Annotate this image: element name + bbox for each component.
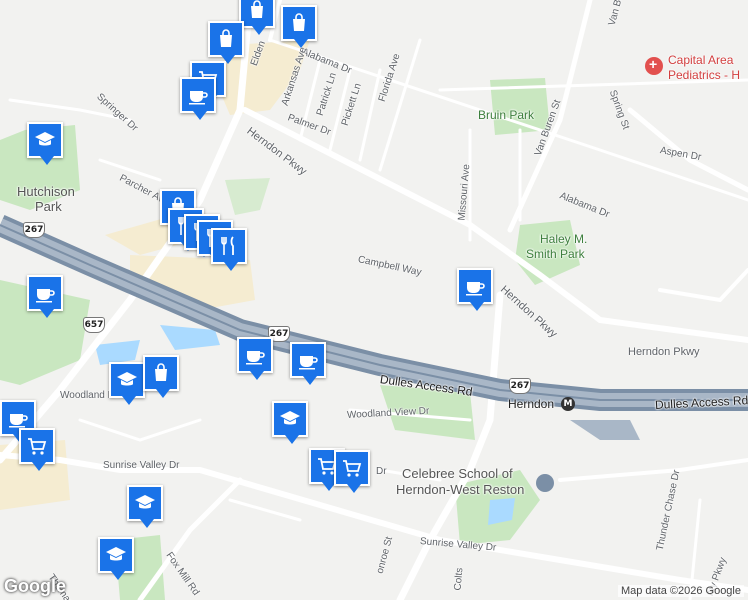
- school-icon: [117, 372, 137, 386]
- map-canvas[interactable]: Capital Area Pediatrics - H Bruin Park H…: [0, 0, 748, 600]
- coffee-cup-icon: [189, 91, 208, 105]
- coffee-shop-marker[interactable]: [290, 342, 326, 385]
- bruin-park-label: Bruin Park: [478, 108, 535, 122]
- herndon-station-label: Herndon: [508, 397, 555, 411]
- google-logo[interactable]: Google: [4, 576, 66, 597]
- school-marker[interactable]: [109, 362, 145, 405]
- sunrise-valley-label-1: Sunrise Valley Dr: [103, 460, 180, 471]
- shopping-bag-icon: [220, 29, 232, 47]
- colts-label: Colts: [452, 567, 466, 591]
- hutchison-label: Hutchison: [17, 184, 75, 199]
- shopping-cart-icon: [28, 438, 47, 455]
- restaurant-icon: [221, 236, 234, 255]
- school-icon: [135, 495, 155, 509]
- coffee-shop-marker[interactable]: [180, 77, 216, 120]
- map-attribution[interactable]: Map data ©2026 Google: [617, 585, 744, 597]
- shopping-bag-marker[interactable]: [239, 0, 275, 35]
- coffee-shop-marker[interactable]: [457, 268, 493, 311]
- shopping-bag-icon: [293, 13, 305, 31]
- celebree-label-1: Celebree School of: [402, 466, 513, 481]
- coffee-cup-icon: [299, 356, 318, 370]
- route-267-shield: 267: [509, 378, 531, 394]
- metro-icon[interactable]: M: [561, 397, 575, 411]
- smith-park-label: Smith Park: [526, 247, 585, 261]
- restaurant-marker[interactable]: [211, 228, 247, 271]
- coffee-shop-marker[interactable]: [237, 337, 273, 380]
- school-marker[interactable]: [272, 401, 308, 444]
- coffee-cup-icon: [36, 289, 55, 303]
- shopping-cart-marker[interactable]: [19, 428, 55, 471]
- shopping-bag-icon: [155, 363, 167, 381]
- school-marker[interactable]: [98, 537, 134, 580]
- school-marker[interactable]: [27, 122, 63, 165]
- celebree-school-icon[interactable]: [536, 474, 554, 492]
- shopping-bag-marker[interactable]: [208, 21, 244, 64]
- hutchison-park-label: Park: [35, 199, 62, 214]
- shopping-cart-icon: [343, 460, 362, 477]
- coffee-cup-icon: [246, 351, 265, 365]
- hospital-icon[interactable]: [645, 56, 663, 75]
- coffee-shop-marker[interactable]: [27, 275, 63, 318]
- coffee-cup-icon: [466, 282, 485, 296]
- school-icon: [280, 411, 300, 425]
- route-267-shield: 267: [23, 222, 45, 238]
- coffee-cup-icon: [9, 414, 28, 428]
- pediatrics-label: Pediatrics - H: [668, 68, 741, 82]
- dr-label: Dr: [376, 466, 387, 477]
- haley-label: Haley M.: [540, 232, 588, 246]
- shopping-cart-marker[interactable]: [334, 450, 370, 493]
- capital-area-label: Capital Area: [668, 53, 734, 67]
- school-icon: [106, 547, 126, 561]
- shopping-bag-marker[interactable]: [281, 5, 317, 48]
- map-base-layer: [0, 0, 748, 600]
- school-marker[interactable]: [127, 485, 163, 528]
- school-icon: [35, 132, 55, 146]
- shopping-bag-marker[interactable]: [143, 355, 179, 398]
- celebree-label-2: Herndon-West Reston: [396, 482, 525, 497]
- herndon-pkwy-label-3: Herndon Pkwy: [628, 346, 700, 358]
- route-657-shield: 657: [83, 317, 105, 333]
- shopping-bag-icon: [251, 0, 263, 18]
